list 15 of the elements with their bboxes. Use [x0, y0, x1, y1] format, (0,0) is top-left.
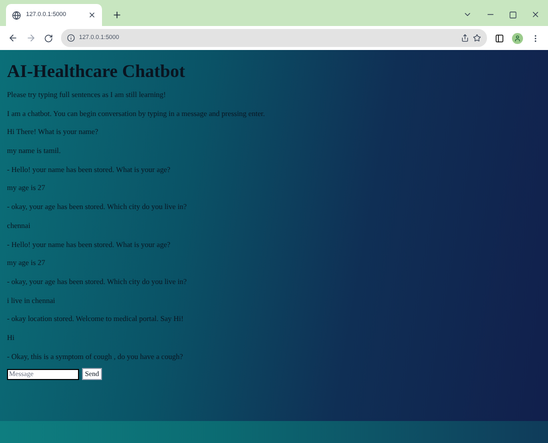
star-icon[interactable] [473, 34, 481, 42]
new-tab-icon[interactable] [112, 10, 122, 20]
forward-icon[interactable] [26, 33, 36, 43]
globe-icon [12, 10, 21, 20]
close-tab-icon[interactable] [88, 11, 96, 19]
reload-icon[interactable] [44, 34, 53, 42]
share-icon[interactable] [461, 34, 469, 42]
tab-search-icon[interactable] [463, 10, 472, 19]
page-title: AI-Healthcare Chatbot [7, 60, 186, 82]
side-panel-icon[interactable] [495, 34, 504, 42]
close-icon[interactable] [531, 10, 540, 19]
maximize-icon[interactable] [509, 10, 517, 18]
back-icon[interactable] [8, 33, 18, 43]
profile-icon[interactable] [512, 32, 523, 44]
info-icon [67, 34, 75, 42]
